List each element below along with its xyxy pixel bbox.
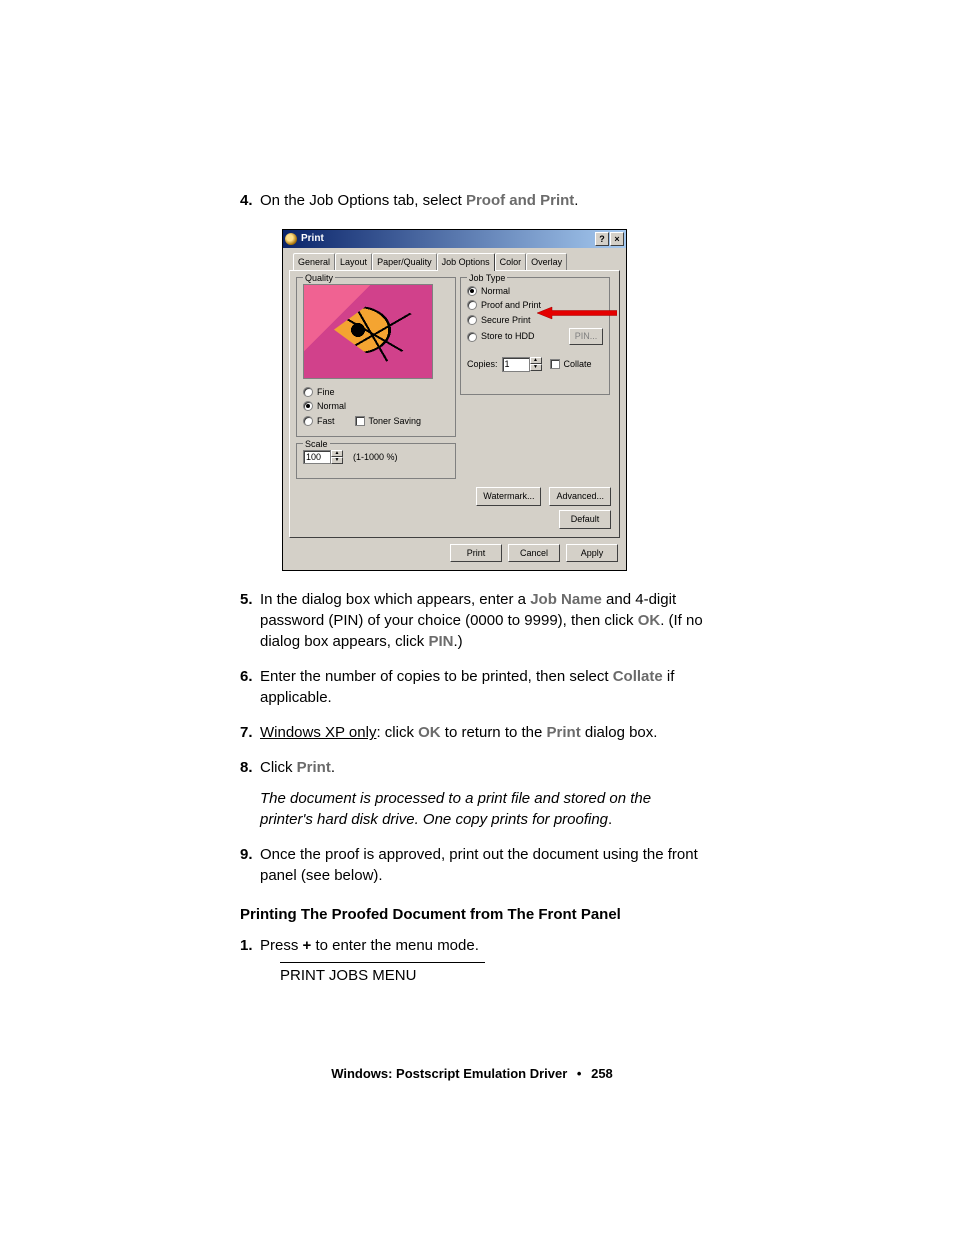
step-number-4: 4. [240,190,253,211]
dialog-title: Print [301,232,595,246]
copies-spinner[interactable]: 1 ▲ ▼ [502,357,542,372]
default-button[interactable]: Default [559,510,611,529]
checkbox-icon [550,359,560,369]
radio-icon [467,300,477,310]
quality-fast-row[interactable]: Fast Toner Saving [303,414,449,429]
jobtype-store-label: Store to HDD [481,330,535,343]
help-button[interactable]: ? [595,232,609,246]
toner-saving-check[interactable]: Toner Saving [355,415,422,428]
step4-text: On the Job Options tab, select Proof and… [260,192,578,209]
copies-label: Copies: [467,358,498,371]
print-button[interactable]: Print [450,544,502,563]
quality-fine-label: Fine [317,386,335,399]
close-button[interactable]: × [610,232,624,246]
copies-value[interactable]: 1 [502,357,530,372]
radio-icon [303,387,313,397]
step-number-9: 9. [240,844,253,865]
jobtype-proof-row[interactable]: Proof and Print [467,298,603,313]
jobtype-store-row[interactable]: Store to HDD [467,330,535,343]
jobtype-secure-row[interactable]: Secure Print [467,313,603,328]
footer-page-number: 258 [591,1066,613,1081]
panel-divider [280,962,485,963]
tab-color[interactable]: Color [495,253,527,271]
step9-text: Once the proof is approved, print out th… [260,846,698,884]
spin-down-icon[interactable]: ▼ [530,364,542,371]
collate-label: Collate [564,358,592,371]
step4-proof: Proof and Print [466,192,574,209]
tab-layout[interactable]: Layout [335,253,372,271]
jobtype-proof-label: Proof and Print [481,299,541,312]
quality-preview-image [303,284,433,379]
quality-fast-label: Fast [317,415,335,428]
step4-suffix: . [574,192,578,209]
sec2-step-number-1: 1. [240,935,253,956]
radio-icon [467,315,477,325]
tab-job-options[interactable]: Job Options [437,253,495,271]
tab-overlay[interactable]: Overlay [526,253,567,271]
scale-spinner[interactable]: 100 ▲ ▼ [303,450,343,465]
quality-group: Quality Fine Normal [296,277,456,437]
step6-text: Enter the number of copies to be printed… [260,668,674,706]
jobtype-group: Job Type Normal Proof and Print [460,277,610,395]
spin-up-icon[interactable]: ▲ [331,450,343,457]
quality-fine-row[interactable]: Fine [303,385,449,400]
step5-text: In the dialog box which appears, enter a… [260,591,703,650]
scale-legend: Scale [303,438,330,451]
quality-normal-label: Normal [317,400,346,413]
jobtype-normal-label: Normal [481,285,510,298]
print-dialog-figure: Print ? × General Layout Paper/Quality J… [282,229,704,571]
jobtype-normal-row[interactable]: Normal [467,284,603,299]
toner-saving-label: Toner Saving [369,415,422,428]
pin-button[interactable]: PIN... [569,328,603,345]
radio-icon [467,286,477,296]
step8-text: Click Print. [260,759,335,776]
jobtype-secure-label: Secure Print [481,314,531,327]
scale-range: (1-1000 %) [353,451,398,464]
collate-check[interactable]: Collate [550,358,592,371]
print-dialog: Print ? × General Layout Paper/Quality J… [282,229,627,571]
sec2-step1-text: Press + to enter the menu mode. [260,937,479,954]
quality-normal-row[interactable]: Normal [303,399,449,414]
section-heading: Printing The Proofed Document from The F… [240,906,704,923]
printer-icon [285,233,297,245]
scale-group: Scale 100 ▲ ▼ (1-1000 %) [296,443,456,479]
quality-legend: Quality [303,272,335,285]
titlebar: Print ? × [283,230,626,248]
tab-body: Quality Fine Normal [289,270,620,538]
advanced-button[interactable]: Advanced... [549,487,611,506]
panel-menu-line: PRINT JOBS MENU [280,965,704,986]
checkbox-icon [355,416,365,426]
step-number-5: 5. [240,589,253,610]
radio-icon [303,416,313,426]
watermark-button[interactable]: Watermark... [476,487,541,506]
tab-general[interactable]: General [293,253,335,271]
spin-up-icon[interactable]: ▲ [530,357,542,364]
step4-prefix: On the Job Options tab, select [260,192,466,209]
step-number-7: 7. [240,722,253,743]
spin-down-icon[interactable]: ▼ [331,457,343,464]
step7-text: Windows XP only: click OK to return to t… [260,724,657,741]
step8-note: The document is processed to a print fil… [260,788,704,830]
tab-row: General Layout Paper/Quality Job Options… [283,248,626,270]
radio-icon [303,401,313,411]
scale-value[interactable]: 100 [303,450,331,465]
tab-paper-quality[interactable]: Paper/Quality [372,253,437,271]
apply-button[interactable]: Apply [566,544,618,563]
page-footer: Windows: Postscript Emulation Driver • 2… [240,1066,704,1081]
footer-dot: • [577,1066,582,1081]
jobtype-legend: Job Type [467,272,507,285]
step-number-8: 8. [240,757,253,778]
footer-title: Windows: Postscript Emulation Driver [331,1066,567,1081]
radio-icon [467,332,477,342]
cancel-button[interactable]: Cancel [508,544,560,563]
step-number-6: 6. [240,666,253,687]
